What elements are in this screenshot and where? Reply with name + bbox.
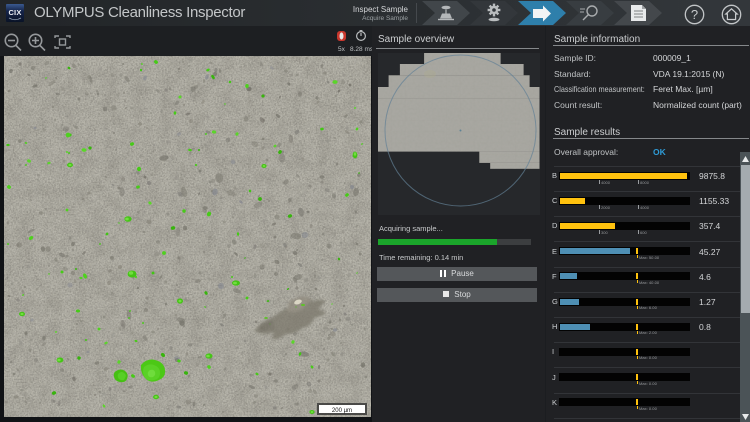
svg-text:?: ? bbox=[691, 7, 698, 22]
svg-text:5x: 5x bbox=[338, 46, 346, 53]
svg-text:8.28 ms: 8.28 ms bbox=[350, 46, 372, 53]
svg-text:200 µm: 200 µm bbox=[332, 408, 352, 414]
